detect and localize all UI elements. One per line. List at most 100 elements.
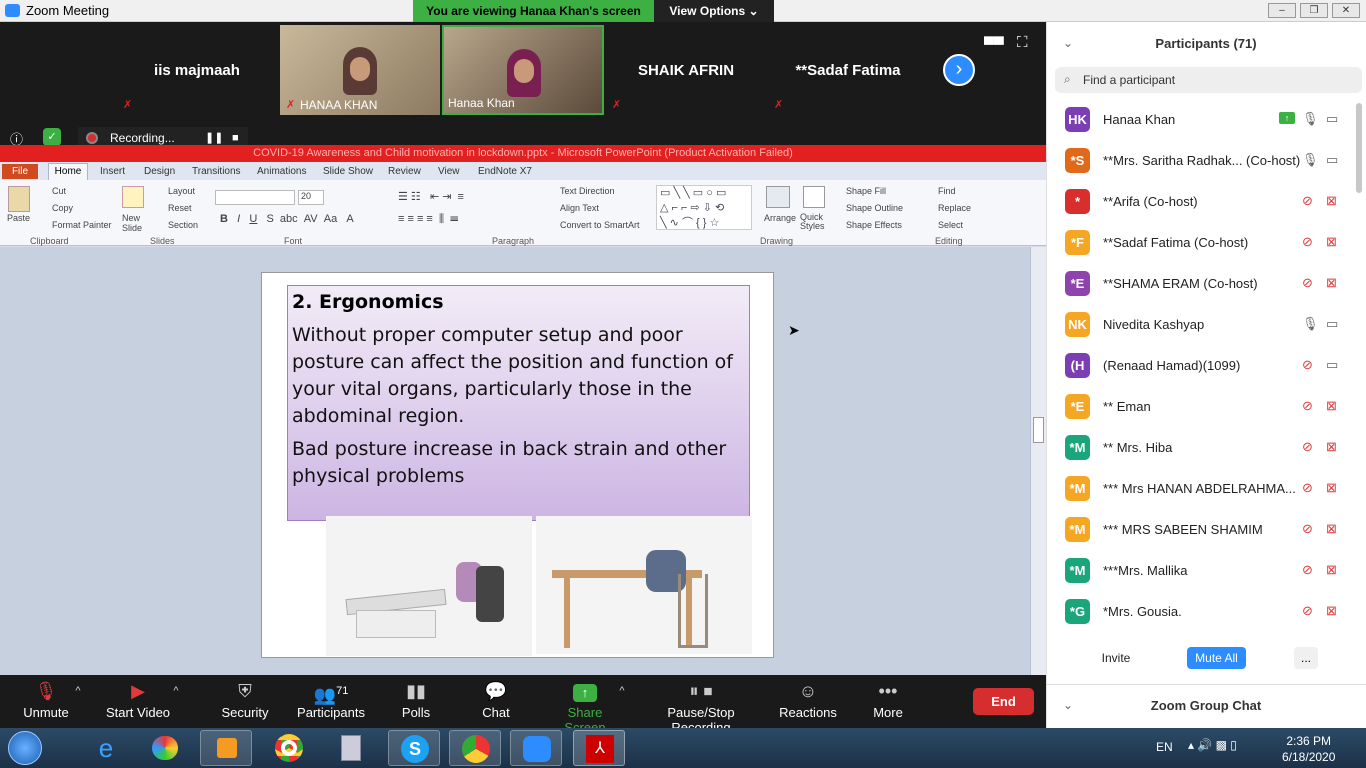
font-family-select[interactable] (215, 190, 295, 205)
more-options-button[interactable]: ... (1294, 647, 1318, 669)
paste-button[interactable]: Paste (7, 213, 30, 223)
restore-button[interactable]: ❐ (1300, 3, 1328, 18)
video-options-chevron[interactable]: ^ (168, 675, 184, 728)
chat-button[interactable]: 💬 Chat (474, 675, 518, 728)
chrome-icon[interactable] (263, 730, 315, 766)
mic-muted-icon[interactable]: ⊘ (1302, 398, 1313, 414)
participants-button[interactable]: 👥71 Participants (296, 675, 366, 728)
new-slide-button[interactable]: New Slide (122, 213, 148, 233)
clock[interactable]: 2:36 PM 6/18/2020 (1282, 733, 1335, 765)
section-button[interactable]: Section (168, 220, 198, 230)
mic-muted-icon[interactable]: ⊘ (1302, 603, 1313, 619)
align-buttons[interactable]: ≡ ≡ ≡ ≡ ⫼ ☰ (398, 213, 458, 226)
mic-icon[interactable]: 🎙 (1302, 152, 1319, 168)
font-format-buttons[interactable]: B I U S abc AV Aa A (220, 213, 354, 225)
participant-row[interactable]: *M ** Mrs. Hiba ⊘ ⊠ (1046, 428, 1356, 469)
participant-row[interactable]: *E **SHAMA ERAM (Co-host) ⊘ ⊠ (1046, 264, 1356, 305)
paint-icon[interactable] (140, 730, 192, 766)
camera-icon[interactable]: ▭ (1326, 111, 1338, 127)
camera-off-icon[interactable]: ⊠ (1326, 603, 1337, 619)
audio-options-chevron[interactable]: ^ (70, 675, 86, 728)
video-tile[interactable]: **Sadaf Fatima ✗ (768, 25, 928, 115)
unmute-button[interactable]: 🎙 Unmute (14, 675, 78, 728)
format-painter-button[interactable]: Format Painter (52, 220, 112, 230)
camera-icon[interactable]: ▭ (1326, 316, 1338, 332)
camera-off-icon[interactable]: ⊠ (1326, 521, 1337, 537)
arrange-icon[interactable] (766, 186, 790, 208)
active-speaker-tile[interactable]: Hanaa Khan (442, 25, 604, 115)
mic-muted-icon[interactable]: ⊘ (1302, 562, 1313, 578)
camera-off-icon[interactable]: ⊠ (1326, 562, 1337, 578)
video-tile[interactable]: ✗ HANAA KHAN (280, 25, 440, 115)
new-slide-icon[interactable] (122, 186, 144, 208)
text-direction-button[interactable]: Text Direction (560, 186, 615, 196)
camera-off-icon[interactable]: ⊠ (1326, 234, 1337, 250)
participant-row[interactable]: * **Arifa (Co-host) ⊘ ⊠ (1046, 182, 1356, 223)
zoom-icon[interactable] (510, 730, 562, 766)
camera-off-icon[interactable]: ⊠ (1326, 480, 1337, 496)
tab-review[interactable]: Review (388, 163, 421, 180)
skype-icon[interactable]: S (388, 730, 440, 766)
start-video-button[interactable]: ▶ Start Video (100, 675, 176, 728)
font-size-select[interactable]: 20 (298, 190, 324, 205)
quick-styles-icon[interactable] (803, 186, 825, 208)
align-text-button[interactable]: Align Text (560, 203, 599, 213)
mute-all-button[interactable]: Mute All (1187, 647, 1246, 669)
tab-animations[interactable]: Animations (257, 163, 306, 180)
panel-scrollbar[interactable] (1356, 103, 1362, 193)
share-options-chevron[interactable]: ^ (614, 675, 630, 728)
tab-file[interactable]: File (2, 164, 38, 179)
participant-row[interactable]: (H (Renaad Hamad)(1099) ⊘ ▭ (1046, 346, 1356, 387)
camera-off-icon[interactable]: ⊠ (1326, 439, 1337, 455)
participant-search-input[interactable]: Find a participant (1055, 67, 1362, 93)
shape-outline-button[interactable]: Shape Outline (846, 203, 903, 213)
participant-row[interactable]: *E ** Eman ⊘ ⊠ (1046, 387, 1356, 428)
participant-row[interactable]: *F **Sadaf Fatima (Co-host) ⊘ ⊠ (1046, 223, 1356, 264)
arrange-button[interactable]: Arrange (764, 213, 796, 223)
cut-button[interactable]: Cut (52, 186, 66, 196)
mic-muted-icon[interactable]: ⊘ (1302, 521, 1313, 537)
end-meeting-button[interactable]: End (973, 688, 1034, 715)
mic-muted-icon[interactable]: ⊘ (1302, 275, 1313, 291)
acrobat-icon[interactable]: ⅄ (573, 730, 625, 766)
tab-insert[interactable]: Insert (100, 163, 125, 180)
security-button[interactable]: ⛨ Security (216, 675, 274, 728)
tab-home[interactable]: Home (48, 163, 88, 181)
start-button[interactable] (8, 731, 42, 765)
participant-row[interactable]: *G *Mrs. Gousia. ⊘ ⊠ (1046, 592, 1356, 633)
reset-button[interactable]: Reset (168, 203, 192, 213)
tab-design[interactable]: Design (144, 163, 175, 180)
shapes-gallery[interactable]: ▭ ╲ ╲ ▭ ○ ▭ △ ⌐ ⌐ ⇨ ⇩ ⟲ ╲ ∿ ⌒ { } ☆ (656, 185, 752, 230)
copy-button[interactable]: Copy (52, 203, 73, 213)
list-buttons[interactable]: ☰ ☷ ⇤ ⇥ ≡ (398, 190, 464, 203)
participant-row[interactable]: *M ***Mrs. Mallika ⊘ ⊠ (1046, 551, 1356, 592)
paste-icon[interactable] (8, 186, 30, 212)
minimize-button[interactable]: ‒ (1268, 3, 1296, 18)
mic-muted-icon[interactable]: ⊘ (1302, 480, 1313, 496)
camera-off-icon[interactable]: ⊠ (1326, 398, 1337, 414)
tray-icons[interactable]: ▴ 🔊 ▩ ▯ (1188, 738, 1237, 752)
select-button[interactable]: Select (938, 220, 963, 230)
shape-effects-button[interactable]: Shape Effects (846, 220, 902, 230)
tab-transitions[interactable]: Transitions (192, 163, 241, 180)
polls-button[interactable]: ▮▮ Polls (394, 675, 438, 728)
camera-icon[interactable]: ▭ (1326, 357, 1338, 373)
ie-icon[interactable]: e (80, 730, 132, 766)
camera-off-icon[interactable]: ⊠ (1326, 275, 1337, 291)
scroll-thumb[interactable] (1033, 417, 1044, 443)
smartart-button[interactable]: Convert to SmartArt (560, 220, 640, 230)
replace-button[interactable]: Replace (938, 203, 971, 213)
camera-icon[interactable]: ▭ (1326, 152, 1338, 168)
tab-slide-show[interactable]: Slide Show (323, 163, 373, 180)
camera-off-icon[interactable]: ⊠ (1326, 193, 1337, 209)
vertical-scrollbar[interactable] (1030, 247, 1046, 675)
pause-stop-recording-button[interactable]: ⏸ ⏹Pause/Stop Recording (640, 675, 762, 735)
mic-muted-icon[interactable]: ⊘ (1302, 357, 1313, 373)
mic-icon[interactable]: 🎙 (1302, 316, 1319, 332)
mic-icon[interactable]: 🎙 (1302, 111, 1319, 127)
participant-row[interactable]: NK Nivedita Kashyap 🎙 ▭ (1046, 305, 1356, 346)
language-indicator[interactable]: EN (1156, 740, 1173, 754)
tab-view[interactable]: View (438, 163, 460, 180)
quick-styles-button[interactable]: Quick Styles (800, 213, 830, 231)
participant-row[interactable]: HK Hanaa Khan ↑ 🎙 ▭ (1046, 100, 1356, 141)
